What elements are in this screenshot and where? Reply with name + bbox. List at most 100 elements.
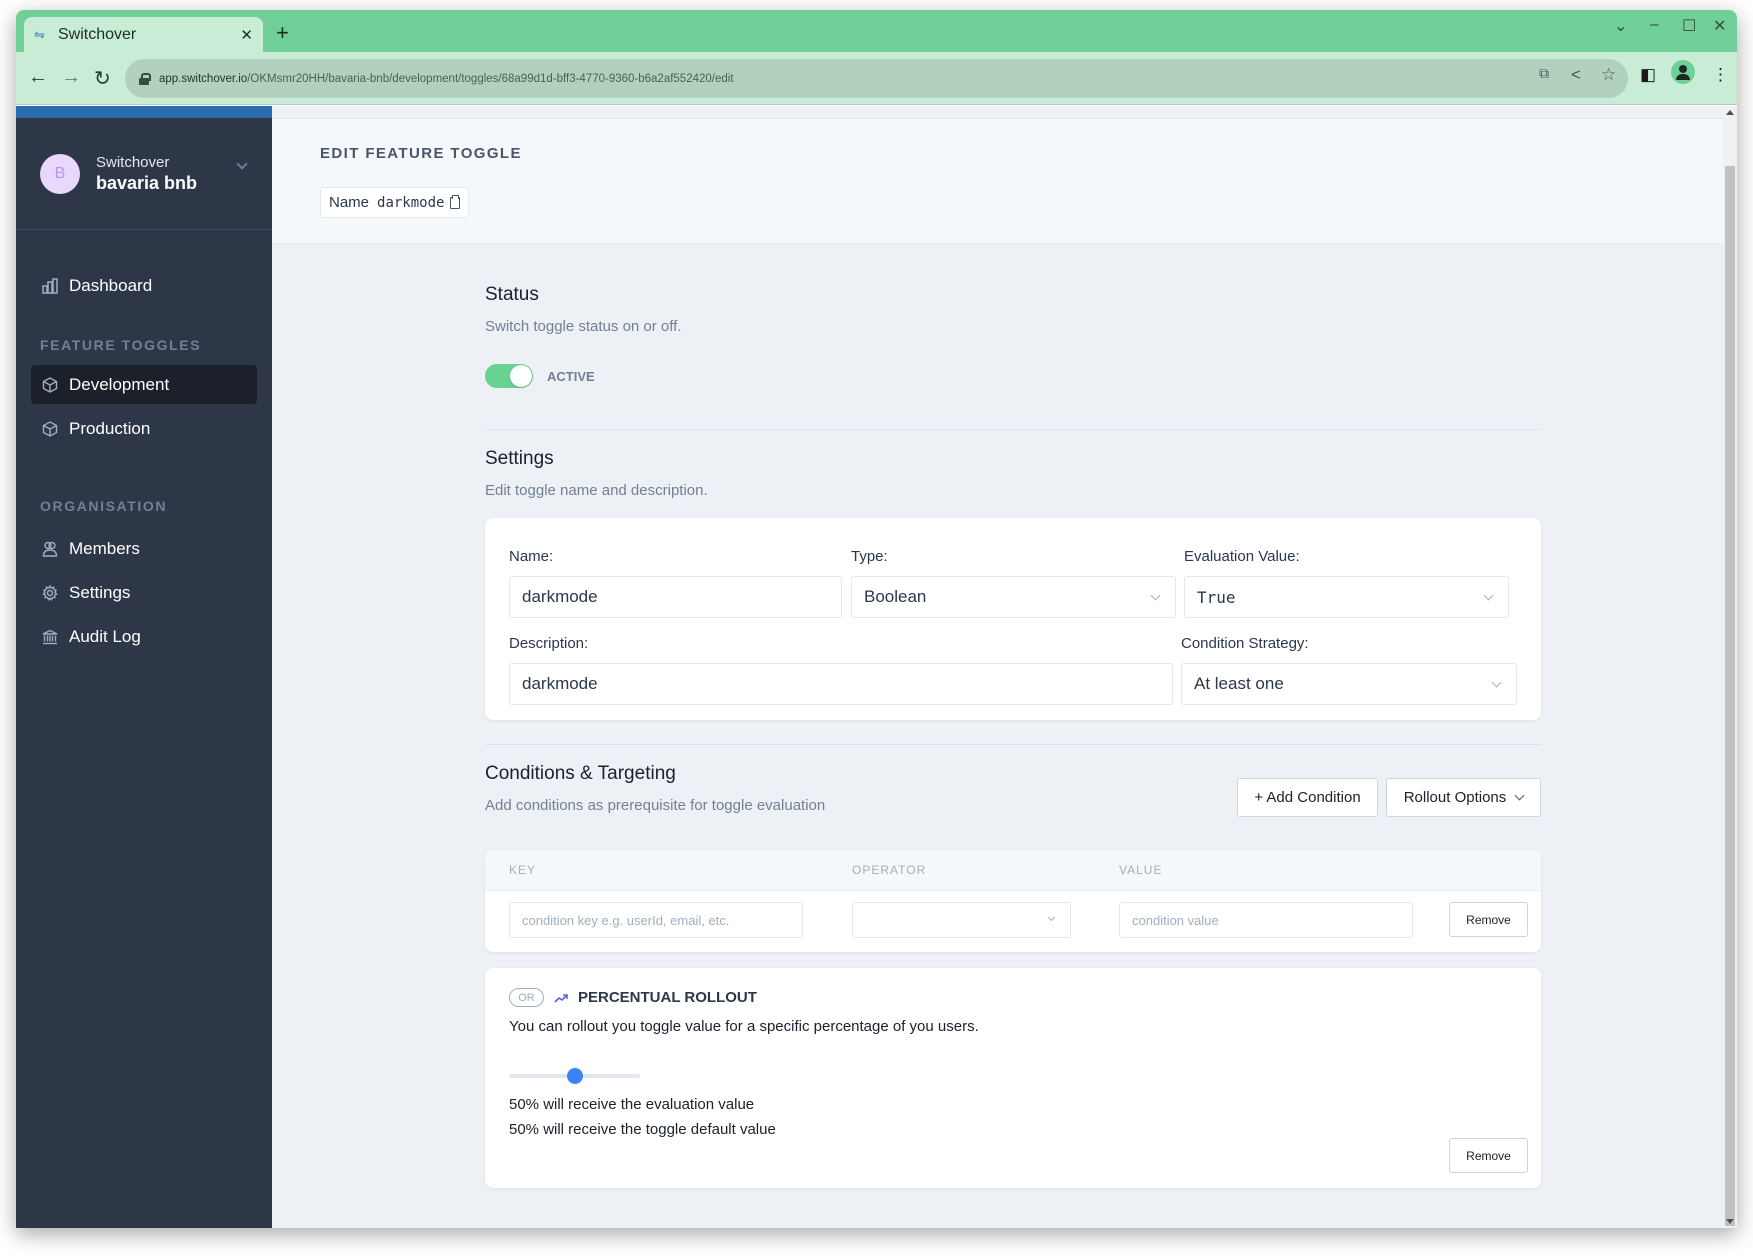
condition-strategy-select[interactable]: At least one [1181, 663, 1517, 705]
status-toggle[interactable] [485, 364, 533, 388]
rollout-default-share: 50% will receive the toggle default valu… [509, 1121, 776, 1138]
clipboard-icon[interactable] [450, 194, 461, 209]
scroll-up-arrow-icon[interactable] [1726, 110, 1734, 115]
switchover-favicon-icon: ⇋ [34, 26, 45, 42]
section-divider [485, 429, 1541, 430]
scrollbar-thumb[interactable] [1725, 166, 1735, 1226]
description-label: Description: [509, 635, 589, 652]
conditions-table: KEY OPERATOR VALUE condition key e.g. us… [485, 850, 1541, 952]
url-bar[interactable]: app.switchover.io/OKMsmr20HH/bavaria-bnb… [125, 59, 1628, 98]
side-panel-icon[interactable]: ◧ [1640, 65, 1656, 85]
cube-icon [41, 376, 59, 394]
sidebar-item-dashboard[interactable]: Dashboard [31, 266, 257, 305]
tab-title: Switchover [58, 25, 137, 43]
close-window-icon[interactable]: ✕ [1713, 16, 1726, 36]
sidebar: B Switchover bavaria bnb Dashboard FEATU… [16, 106, 272, 1228]
chevron-down-icon [1514, 790, 1525, 801]
condition-strategy-select-value: At least one [1194, 674, 1284, 693]
condition-value-input[interactable]: condition value [1119, 902, 1413, 938]
bank-icon [41, 628, 59, 646]
condition-strategy-label: Condition Strategy: [1181, 635, 1309, 652]
users-icon [41, 540, 59, 558]
name-label: Name: [509, 548, 554, 565]
evaluation-value-select[interactable]: True [1184, 576, 1509, 618]
minimize-icon[interactable]: – [1650, 16, 1659, 34]
toggle-knob [510, 365, 532, 387]
page-scrollbar[interactable] [1723, 106, 1737, 1228]
description-input[interactable]: darkmode [509, 663, 1173, 705]
forward-icon[interactable]: → [61, 66, 81, 89]
sidebar-item-audit-log[interactable]: Audit Log [31, 617, 257, 656]
tab-search-chevron-icon[interactable]: ⌄ [1614, 16, 1627, 36]
remove-condition-button[interactable]: Remove [1449, 902, 1528, 937]
share-icon[interactable]: < [1571, 65, 1581, 85]
sidebar-item-label: Audit Log [69, 626, 141, 646]
org-switcher[interactable]: B Switchover bavaria bnb [16, 118, 272, 230]
translate-icon[interactable]: ⧉ [1539, 65, 1549, 82]
sidebar-item-label: Dashboard [69, 275, 153, 295]
sidebar-section-feature-toggles: FEATURE TOGGLES [40, 337, 202, 353]
sidebar-item-label: Development [69, 374, 170, 394]
new-tab-icon[interactable]: + [276, 20, 289, 46]
section-divider [485, 744, 1541, 745]
name-input[interactable]: darkmode [509, 576, 842, 618]
bar-chart-icon [41, 277, 59, 295]
scroll-down-arrow-icon[interactable] [1726, 1219, 1734, 1224]
rollout-options-label: Rollout Options [1403, 789, 1507, 806]
maximize-icon[interactable]: ☐ [1682, 16, 1696, 36]
condition-operator-select[interactable] [852, 902, 1071, 938]
condition-key-input[interactable]: condition key e.g. userId, email, etc. [509, 902, 803, 938]
browser-menu-icon[interactable]: ⋮ [1712, 65, 1729, 85]
sidebar-item-production[interactable]: Production [31, 409, 257, 448]
chevron-down-icon [1483, 590, 1494, 601]
conditions-table-header: KEY OPERATOR VALUE [485, 850, 1541, 891]
rollout-options-button[interactable]: Rollout Options [1386, 778, 1541, 817]
bookmark-star-icon[interactable]: ☆ [1601, 65, 1616, 85]
sidebar-item-members[interactable]: Members [31, 529, 257, 568]
rollout-evaluation-share: 50% will receive the evaluation value [509, 1096, 755, 1113]
sidebar-item-development[interactable]: Development [31, 365, 257, 404]
remove-rollout-button[interactable]: Remove [1449, 1138, 1528, 1173]
add-condition-button[interactable]: + Add Condition [1237, 778, 1378, 817]
column-header-operator: OPERATOR [852, 863, 927, 877]
or-badge: OR [509, 988, 544, 1007]
chevron-down-icon[interactable] [236, 158, 248, 170]
page-title: EDIT FEATURE TOGGLE [320, 145, 522, 162]
browser-window: ⇋ Switchover ✕ + ⌄ – ☐ ✕ ← → ↻ app.switc… [16, 10, 1737, 1228]
sidebar-item-label: Settings [69, 582, 131, 602]
main-content: EDIT FEATURE TOGGLE Name darkmode Status… [272, 106, 1723, 1228]
name-chip-value: darkmode [377, 194, 445, 211]
reload-icon[interactable]: ↻ [94, 66, 111, 91]
back-icon[interactable]: ← [28, 66, 48, 89]
column-header-value: VALUE [1119, 863, 1163, 877]
sidebar-top-accent [16, 106, 272, 118]
tab-strip: ⇋ Switchover ✕ + ⌄ – ☐ ✕ [16, 10, 1737, 52]
toggle-name-chip[interactable]: Name darkmode [320, 187, 470, 218]
status-toggle-label: ACTIVE [547, 368, 595, 384]
conditions-subtitle: Add conditions as prerequisite for toggl… [485, 797, 826, 814]
conditions-title: Conditions & Targeting [485, 763, 676, 784]
browser-tab[interactable]: ⇋ Switchover ✕ [24, 17, 263, 52]
settings-card: Name: darkmode Type: Boolean Evaluation … [485, 518, 1541, 720]
type-select[interactable]: Boolean [851, 576, 1176, 618]
sidebar-item-settings[interactable]: Settings [31, 573, 257, 612]
settings-subtitle: Edit toggle name and description. [485, 482, 708, 499]
slider-thumb[interactable] [566, 1068, 583, 1084]
sidebar-item-label: Members [69, 538, 140, 558]
type-select-value: Boolean [864, 587, 927, 606]
status-title: Status [485, 284, 539, 305]
evaluation-value-label: Evaluation Value: [1184, 548, 1300, 565]
sidebar-item-label: Production [69, 418, 151, 438]
lock-icon [139, 72, 151, 85]
chevron-down-icon [1047, 913, 1056, 922]
close-tab-icon[interactable]: ✕ [240, 26, 253, 44]
page-viewport: B Switchover bavaria bnb Dashboard FEATU… [16, 106, 1737, 1228]
rollout-percentage-slider[interactable] [509, 1068, 640, 1084]
rollout-title: PERCENTUAL ROLLOUT [578, 989, 757, 1006]
page-header: EDIT FEATURE TOGGLE Name darkmode [272, 118, 1723, 244]
chevron-down-icon [1491, 677, 1502, 688]
profile-avatar-icon[interactable] [1671, 60, 1695, 84]
settings-title: Settings [485, 448, 554, 469]
org-avatar: B [40, 153, 80, 194]
address-bar-row: ← → ↻ app.switchover.io/OKMsmr20HH/bavar… [16, 52, 1737, 105]
